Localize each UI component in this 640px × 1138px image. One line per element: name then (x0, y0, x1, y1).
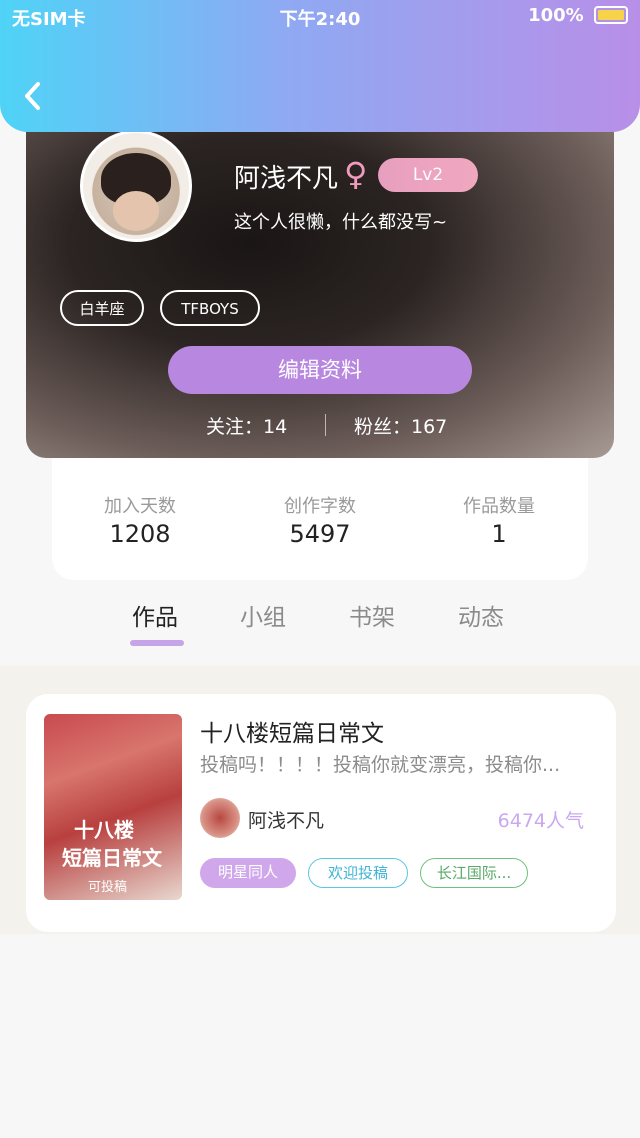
tab-works[interactable]: 作品 (132, 598, 178, 632)
work-title[interactable]: 十八楼短篇日常文 (200, 714, 384, 748)
stat-label: 加入天数 (104, 496, 176, 517)
tab-activity[interactable]: 动态 (458, 598, 504, 632)
cover-title-line2: 短篇日常文 (62, 846, 162, 870)
back-button[interactable] (20, 78, 46, 114)
work-tag-genre[interactable]: 明星同人 (200, 858, 296, 888)
following-count[interactable]: 关注：14 (206, 412, 287, 439)
work-tag-submission[interactable]: 欢迎投稿 (308, 858, 408, 888)
battery-icon (594, 6, 628, 24)
user-name: 阿浅不凡 (234, 164, 339, 194)
tab-active-indicator (130, 640, 184, 646)
stat-label: 作品数量 (463, 496, 535, 517)
stats-card: 加入天数 1208 创作字数 5497 作品数量 1 (52, 450, 588, 580)
divider (325, 414, 326, 436)
level-badge: Lv2 (378, 158, 478, 192)
work-cover-image[interactable]: 十八楼 短篇日常文 可投稿 (44, 714, 182, 900)
female-icon: ♀ (344, 155, 368, 193)
cover-title-line1: 十八楼 (74, 818, 134, 842)
stat-join-days: 加入天数 1208 (50, 492, 230, 548)
stat-value: 1208 (109, 520, 171, 548)
work-card[interactable]: 十八楼 短篇日常文 可投稿 十八楼短篇日常文 投稿吗！！！！投稿你就变漂亮，投稿… (26, 694, 616, 932)
stat-works-count: 作品数量 1 (409, 492, 589, 548)
avatar[interactable] (80, 130, 192, 242)
chevron-left-icon (25, 82, 40, 110)
battery-percent: 100% (528, 5, 584, 26)
work-tag-location[interactable]: 长江国际... (420, 858, 528, 888)
work-description: 投稿吗！！！！投稿你就变漂亮，投稿你... (200, 754, 561, 776)
stat-label: 创作字数 (284, 496, 356, 517)
user-bio: 这个人很懒，什么都没写~ (234, 212, 448, 233)
edit-profile-button[interactable]: 编辑资料 (168, 346, 472, 394)
status-right: 100% (528, 5, 628, 26)
stat-word-count: 创作字数 5497 (230, 492, 410, 548)
avatar-face (113, 191, 159, 231)
header: 无SIM卡 下午2:40 100% (0, 0, 640, 132)
author-name[interactable]: 阿浅不凡 (248, 806, 324, 833)
author-avatar[interactable] (200, 798, 240, 838)
stat-value: 5497 (289, 520, 351, 548)
tab-bookshelf[interactable]: 书架 (349, 598, 395, 632)
tab-groups[interactable]: 小组 (240, 598, 286, 632)
stat-value: 1 (491, 520, 507, 548)
follow-row: 关注：14 粉丝：167 (0, 412, 640, 442)
profile-tag-zodiac[interactable]: 白羊座 (60, 290, 144, 326)
tab-bar: 作品 小组 书架 动态 (0, 598, 640, 658)
cover-title-line3: 可投稿 (88, 880, 128, 895)
status-bar: 无SIM卡 下午2:40 100% (0, 0, 640, 34)
popularity-count: 6474人气 (497, 810, 584, 832)
profile-tag-fandom[interactable]: TFBOYS (160, 290, 260, 326)
fans-count[interactable]: 粉丝：167 (354, 412, 447, 439)
